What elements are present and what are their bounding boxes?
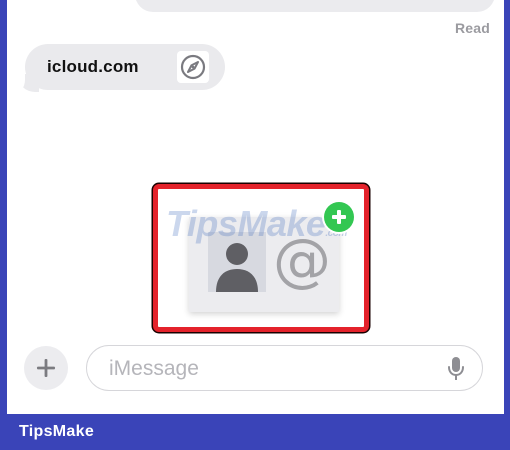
read-receipt: Read — [454, 20, 490, 36]
message-link-text[interactable]: icloud.com — [47, 57, 139, 77]
plus-icon — [37, 359, 55, 377]
bubble-tail-mask — [11, 72, 25, 94]
imessage-input[interactable]: iMessage — [86, 345, 483, 391]
highlighted-sticker-area: @ TipsMake.com — [153, 184, 369, 332]
watermark-brand: TipsMake — [166, 203, 326, 244]
received-message-bubble[interactable]: icloud.com — [25, 44, 225, 90]
apps-plus-button[interactable] — [24, 346, 68, 390]
messages-screen: Read icloud.com @ TipsMake.com iMessage — [7, 0, 504, 414]
microphone-icon[interactable] — [446, 356, 466, 382]
compass-icon[interactable] — [177, 51, 209, 83]
footer-brand-label: TipsMake — [19, 423, 95, 440]
add-plus-badge-icon[interactable] — [324, 202, 354, 232]
screenshot-frame: Read icloud.com @ TipsMake.com iMessage … — [0, 0, 510, 450]
input-placeholder: iMessage — [109, 357, 199, 380]
watermark: TipsMake.com — [166, 203, 347, 245]
previous-sent-bubble[interactable] — [135, 0, 495, 12]
